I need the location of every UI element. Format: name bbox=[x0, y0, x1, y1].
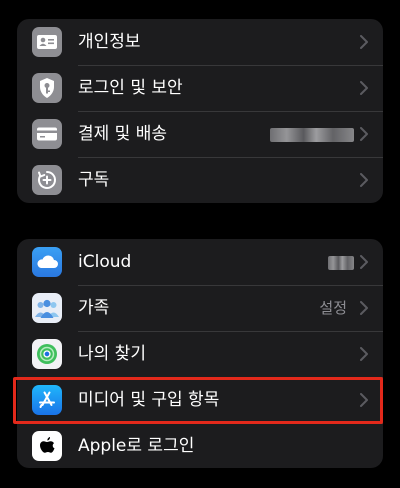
family-setup-value: 설정 bbox=[319, 299, 347, 317]
chevron-right-icon bbox=[360, 301, 368, 315]
row-payment-shipping[interactable]: 결제 및 배송 bbox=[17, 111, 383, 157]
row-sign-in-security[interactable]: 로그인 및 보안 bbox=[17, 65, 383, 111]
row-label: 미디어 및 구입 항목 bbox=[78, 390, 220, 410]
app-store-icon bbox=[32, 385, 62, 415]
chevron-right-icon bbox=[360, 255, 368, 269]
row-sign-in-with-apple[interactable]: Apple로 로그인 bbox=[17, 423, 383, 468]
row-subscriptions[interactable]: 구독 bbox=[17, 157, 383, 203]
row-label: Apple로 로그인 bbox=[78, 436, 195, 456]
account-settings-group: 개인정보 로그인 및 보안 결제 및 배송 구독 bbox=[17, 19, 383, 203]
chevron-right-icon bbox=[360, 393, 368, 407]
redacted-payment-info bbox=[270, 128, 354, 142]
row-label: 나의 찾기 bbox=[78, 344, 146, 364]
chevron-right-icon bbox=[360, 127, 368, 141]
subscription-plus-icon bbox=[32, 165, 62, 195]
row-find-my[interactable]: 나의 찾기 bbox=[17, 331, 383, 377]
row-label: 가족 bbox=[78, 298, 110, 318]
chevron-right-icon bbox=[360, 173, 368, 187]
person-card-icon bbox=[32, 27, 62, 57]
row-personal-info[interactable]: 개인정보 bbox=[17, 19, 383, 65]
chevron-right-icon bbox=[360, 347, 368, 361]
shield-key-icon bbox=[32, 73, 62, 103]
credit-card-icon bbox=[32, 119, 62, 149]
row-label: 구독 bbox=[78, 170, 110, 190]
find-my-icon bbox=[32, 339, 62, 369]
row-family[interactable]: 가족 설정 bbox=[17, 285, 383, 331]
row-media-purchases[interactable]: 미디어 및 구입 항목 bbox=[17, 377, 383, 423]
chevron-right-icon bbox=[360, 35, 368, 49]
redacted-storage-info bbox=[328, 256, 354, 270]
row-label: 로그인 및 보안 bbox=[78, 78, 183, 98]
apple-logo-icon bbox=[32, 431, 62, 461]
row-icloud[interactable]: iCloud bbox=[17, 239, 383, 285]
row-label: 결제 및 배송 bbox=[78, 124, 168, 144]
services-group: iCloud 가족 설정 나의 찾기 미디어 및 구입 항목 Apple로 로그… bbox=[17, 239, 383, 468]
row-label: iCloud bbox=[78, 252, 132, 272]
chevron-right-icon bbox=[360, 81, 368, 95]
family-icon bbox=[32, 293, 62, 323]
row-label: 개인정보 bbox=[78, 32, 141, 52]
icloud-icon bbox=[32, 247, 62, 277]
